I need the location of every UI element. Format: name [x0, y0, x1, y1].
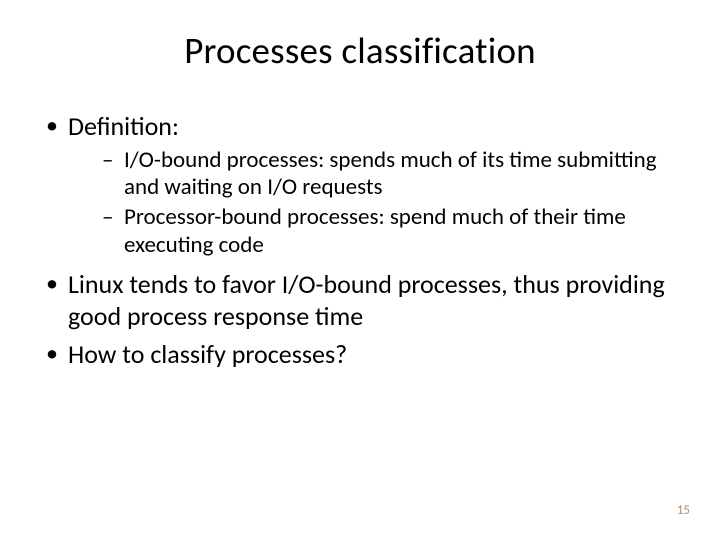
bullet-definition-text: Definition:: [68, 110, 179, 142]
slide-body: Definition: I/O-bound processes: spends …: [40, 111, 680, 370]
sub-bullet-list: I/O-bound processes: spends much of its …: [68, 147, 680, 259]
bullet-linux: Linux tends to favor I/O-bound processes…: [40, 269, 680, 332]
bullet-list: Definition: I/O-bound processes: spends …: [40, 111, 680, 370]
page-number: 15: [677, 503, 690, 518]
sub-bullet-cpu-bound: Processor-bound processes: spend much of…: [68, 204, 680, 259]
slide: Processes classification Definition: I/O…: [0, 0, 720, 540]
bullet-classify: How to classify processes?: [40, 339, 680, 371]
slide-title: Processes classification: [40, 28, 680, 73]
bullet-definition: Definition: I/O-bound processes: spends …: [40, 111, 680, 259]
sub-bullet-io-bound: I/O-bound processes: spends much of its …: [68, 147, 680, 202]
